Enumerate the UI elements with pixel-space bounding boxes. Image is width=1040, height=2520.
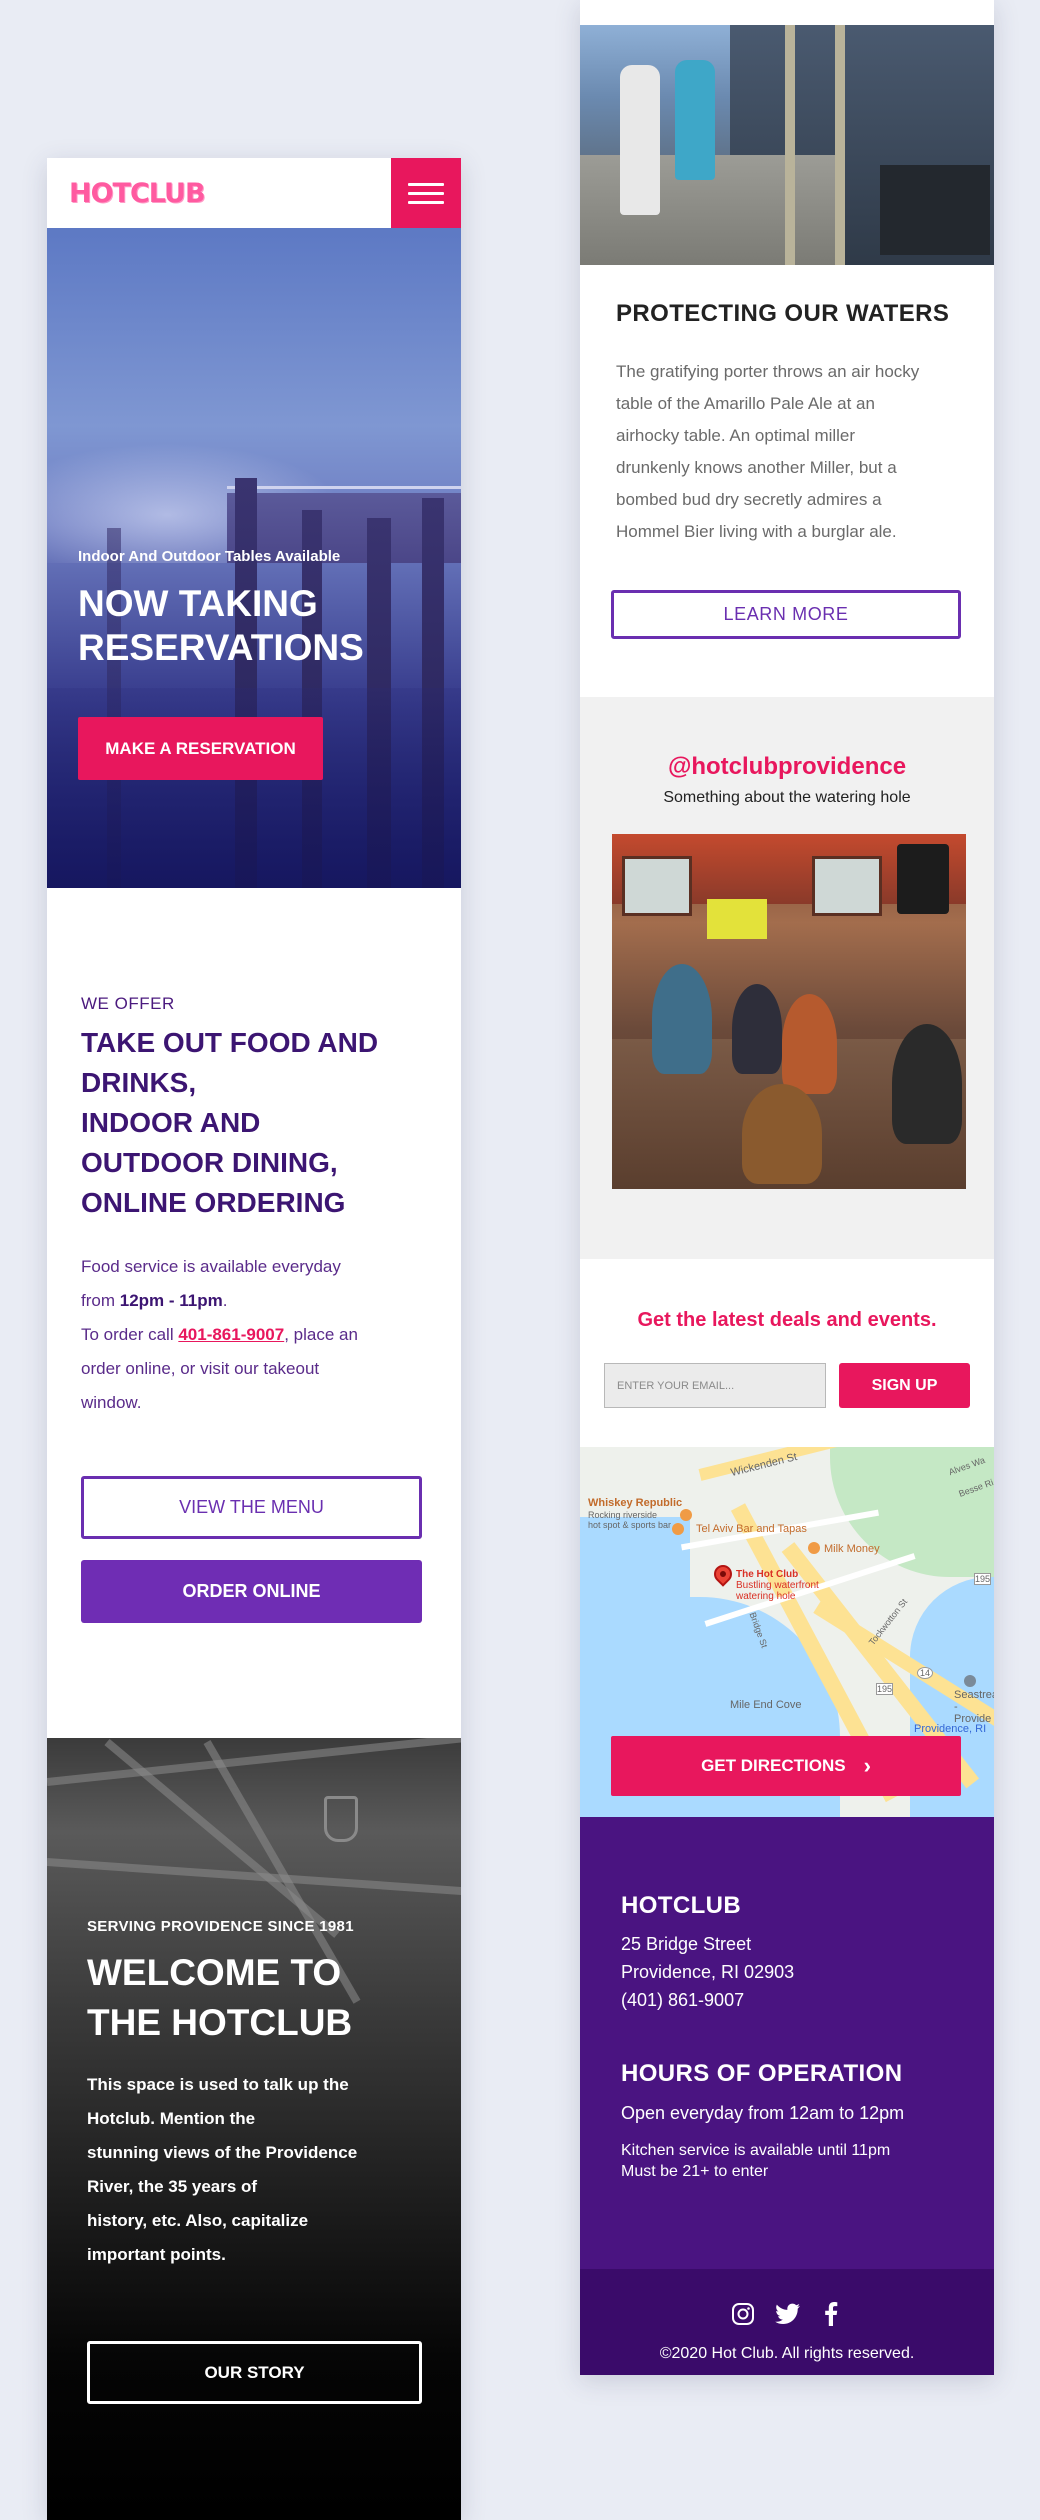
map-label: Providence, RI bbox=[914, 1723, 987, 1735]
waters-text-line: table of the Amarillo Pale Ale at an bbox=[616, 394, 875, 413]
waters-text-line: bombed bud dry secretly admires a bbox=[616, 490, 882, 509]
footer-phone[interactable]: (401) 861-9007 bbox=[621, 1990, 744, 2011]
ferry-pin-icon[interactable] bbox=[964, 1675, 976, 1687]
footer-address-line: 25 Bridge Street bbox=[621, 1934, 752, 1954]
age-notice: Must be 21+ to enter bbox=[621, 2163, 769, 2180]
offer-eyebrow: WE OFFER bbox=[81, 994, 175, 1013]
restaurant-pin-icon[interactable] bbox=[680, 1509, 692, 1521]
make-reservation-button[interactable]: MAKE A RESERVATION bbox=[78, 717, 323, 780]
welcome-text-line: important points. bbox=[87, 2245, 226, 2264]
offer-title-line: ONLINE ORDERING bbox=[81, 1187, 346, 1218]
welcome-title-line: THE HOTCLUB bbox=[87, 2002, 353, 2043]
hero-subtitle: Indoor And Outdoor Tables Available bbox=[78, 548, 341, 565]
map-label: hot spot & sports bar bbox=[588, 1520, 672, 1530]
waters-title: PROTECTING OUR WATERS bbox=[616, 300, 950, 327]
get-directions-button[interactable]: GET DIRECTIONS › bbox=[611, 1736, 961, 1796]
email-field[interactable] bbox=[604, 1363, 826, 1408]
service-hours: 12pm - 11pm bbox=[119, 1291, 223, 1310]
welcome-title-line: WELCOME TO bbox=[87, 1952, 342, 1993]
waters-text-line: The gratifying porter throws an air hock… bbox=[616, 362, 920, 381]
offer-text-line: Food service is available everyday bbox=[81, 1257, 341, 1276]
instagram-section: @hotclubprovidence Something about the w… bbox=[580, 697, 994, 1259]
get-directions-label: GET DIRECTIONS bbox=[701, 1756, 846, 1775]
offer-title-line: DRINKS, bbox=[81, 1067, 197, 1098]
offer-title: TAKE OUT FOOD AND DRINKS, INDOOR AND OUT… bbox=[81, 1023, 431, 1223]
welcome-description: This space is used to talk up the Hotclu… bbox=[87, 2068, 407, 2272]
newsletter-title: Get the latest deals and events. bbox=[637, 1309, 937, 1331]
offer-title-line: OUTDOOR DINING, bbox=[81, 1147, 338, 1178]
instagram-icon[interactable] bbox=[730, 2301, 756, 2327]
restaurant-pin-icon[interactable] bbox=[672, 1523, 684, 1535]
route-marker: 195 bbox=[876, 1683, 894, 1695]
waters-text-line: drunkenly knows another Miller, but a bbox=[616, 458, 897, 477]
welcome-text-line: This space is used to talk up the bbox=[87, 2075, 349, 2094]
route-marker: 14 bbox=[917, 1667, 934, 1679]
site-footer: HOTCLUB 25 Bridge Street Providence, RI … bbox=[580, 1817, 994, 2269]
footer-bottom-bar: ©2020 Hot Club. All rights reserved. bbox=[580, 2269, 994, 2375]
welcome-text-line: Hotclub. Mention the bbox=[87, 2109, 256, 2128]
waterfront-photo bbox=[580, 25, 994, 265]
map-label: Mile End Cove bbox=[730, 1699, 802, 1711]
kitchen-notice: Kitchen service is available until 11pm bbox=[621, 2142, 891, 2159]
newsletter-section: Get the latest deals and events. SIGN UP bbox=[580, 1259, 994, 1447]
welcome-eyebrow: SERVING PROVIDENCE SINCE 1981 bbox=[87, 1918, 354, 1935]
map-label: - Provide bbox=[954, 1701, 992, 1725]
twitter-icon[interactable] bbox=[775, 2301, 801, 2327]
hours-title: HOURS OF OPERATION bbox=[621, 2060, 903, 2087]
copyright-text: ©2020 Hot Club. All rights reserved. bbox=[659, 2345, 915, 2362]
pendant-lamp-icon bbox=[324, 1796, 358, 1842]
welcome-text-line: River, the 35 years of bbox=[87, 2177, 258, 2196]
hero-title-line: NOW TAKING bbox=[78, 583, 318, 624]
sign-up-button[interactable]: SIGN UP bbox=[839, 1363, 970, 1408]
offer-title-line: TAKE OUT FOOD AND bbox=[81, 1027, 379, 1058]
welcome-section: SERVING PROVIDENCE SINCE 1981 WELCOME TO… bbox=[47, 1738, 461, 2520]
chevron-right-icon: › bbox=[863, 1753, 871, 1778]
site-header: HOTCLUB bbox=[47, 158, 461, 228]
learn-more-button[interactable]: LEARN MORE bbox=[611, 590, 961, 639]
route-marker: 195 bbox=[974, 1573, 992, 1585]
hours-text: Open everyday from 12am to 12pm bbox=[621, 2103, 905, 2123]
offer-text-line: window. bbox=[81, 1393, 142, 1412]
order-online-button[interactable]: ORDER ONLINE bbox=[81, 1560, 422, 1623]
mobile-page-left: HOTCLUB Indoor And Outdoor Tables Availa… bbox=[47, 158, 461, 2520]
map-label: The Hot Club bbox=[736, 1569, 799, 1580]
footer-business-name: HOTCLUB bbox=[621, 1892, 742, 1919]
facebook-icon[interactable] bbox=[818, 2301, 844, 2327]
instagram-photo[interactable] bbox=[612, 834, 966, 1189]
phone-link[interactable]: 401-861-9007 bbox=[178, 1325, 284, 1344]
map-label: Whiskey Republic bbox=[588, 1497, 683, 1509]
view-menu-button[interactable]: VIEW THE MENU bbox=[81, 1476, 422, 1539]
offer-description: Food service is available everyday from … bbox=[81, 1250, 411, 1420]
offer-section: WE OFFER TAKE OUT FOOD AND DRINKS, INDOO… bbox=[47, 888, 461, 1738]
welcome-text-line: history, etc. Also, capitalize bbox=[87, 2211, 309, 2230]
instagram-subtitle: Something about the watering hole bbox=[663, 789, 911, 806]
hero-section: Indoor And Outdoor Tables Available NOW … bbox=[47, 228, 461, 888]
waters-description: The gratifying porter throws an air hock… bbox=[616, 356, 966, 548]
restaurant-pin-icon[interactable] bbox=[808, 1542, 820, 1554]
map-label: Rocking riverside bbox=[588, 1510, 658, 1520]
map-label: Bustling waterfront bbox=[736, 1580, 819, 1591]
location-map[interactable]: Wickenden St Whiskey Republic Rocking ri… bbox=[580, 1447, 994, 1817]
offer-title-line: INDOOR AND bbox=[81, 1107, 261, 1138]
hamburger-menu-icon[interactable] bbox=[391, 158, 461, 228]
offer-text-line: To order call 401-861-9007, place an bbox=[81, 1325, 358, 1344]
map-label: Tel Aviv Bar and Tapas bbox=[696, 1523, 807, 1535]
our-story-button[interactable]: OUR STORY bbox=[87, 2341, 422, 2404]
instagram-handle[interactable]: @hotclubprovidence bbox=[580, 753, 994, 781]
waters-text-line: Hommel Bier living with a burglar ale. bbox=[616, 522, 897, 541]
mobile-page-right: PROTECTING OUR WATERS The gratifying por… bbox=[580, 0, 994, 2375]
offer-text-line: order online, or visit our takeout bbox=[81, 1359, 320, 1378]
waters-text-line: airhocky table. An optimal miller bbox=[616, 426, 856, 445]
hero-title: NOW TAKING RESERVATIONS bbox=[78, 582, 418, 670]
welcome-text-line: stunning views of the Providence bbox=[87, 2143, 358, 2162]
hero-title-line: RESERVATIONS bbox=[78, 627, 364, 668]
map-label: Seastreak bbox=[954, 1689, 994, 1701]
hotclub-logo[interactable]: HOTCLUB bbox=[69, 178, 206, 209]
offer-text-line: from 12pm - 11pm. bbox=[81, 1291, 228, 1310]
map-label: watering hole bbox=[736, 1591, 796, 1602]
map-label: Milk Money bbox=[824, 1543, 880, 1555]
welcome-title: WELCOME TO THE HOTCLUB bbox=[87, 1948, 427, 2048]
footer-address-line: Providence, RI 02903 bbox=[621, 1962, 795, 1982]
